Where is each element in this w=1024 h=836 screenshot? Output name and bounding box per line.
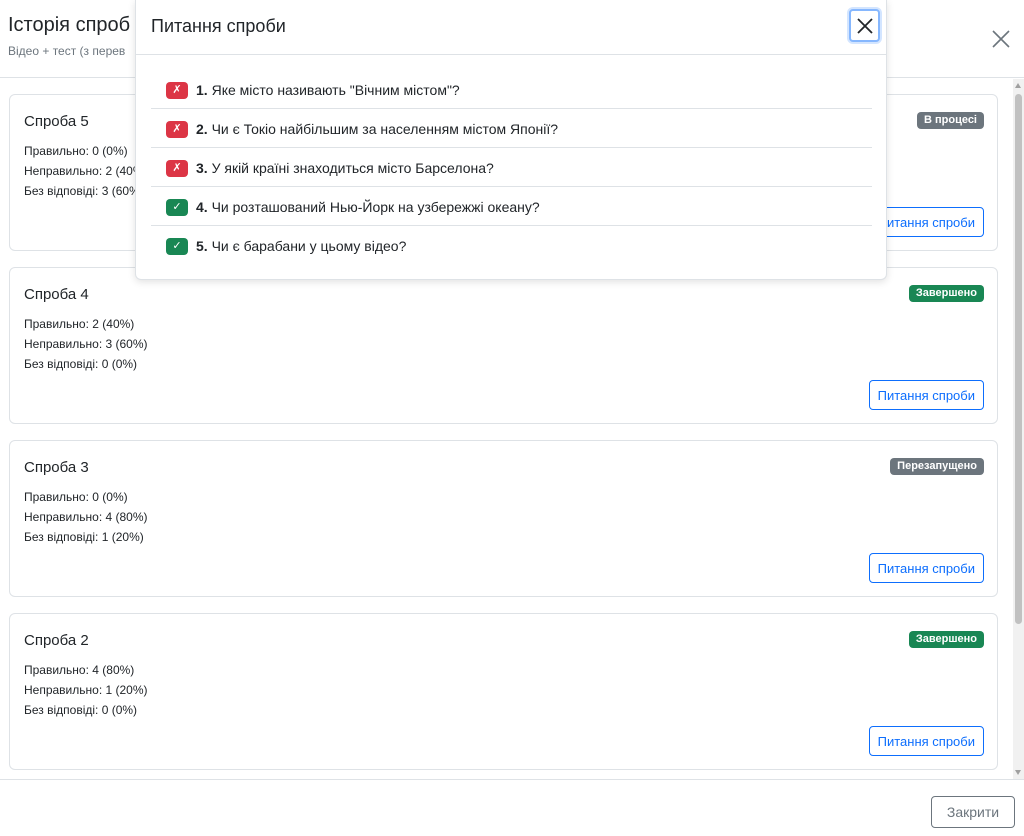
question-number: 5. [196,238,208,254]
attempt-card: Спроба 3 Правильно: 0 (0%) Неправильно: … [9,440,998,597]
question-item: ✗ 2. Чи є Токіо найбільшим за населенням… [151,109,872,148]
status-badge: В процесі [917,112,984,129]
x-mark-icon: ✗ [166,121,188,138]
history-modal-title: Історія спроб [8,14,131,36]
questions-modal-header: Питання спроби [136,0,886,55]
attempt-unanswered: Без відповіді: 0 (0%) [24,357,138,371]
x-mark-icon: ✗ [166,82,188,99]
attempt-title: Спроба 4 [24,286,89,303]
attempt-questions-button[interactable]: Питання спроби [868,726,984,756]
questions-close-button[interactable] [849,9,880,42]
footer-close-button[interactable]: Закрити [931,796,1015,828]
history-modal-footer: Закрити [0,779,1024,836]
attempt-incorrect: Неправильно: 1 (20%) [24,683,148,697]
attempt-unanswered: Без відповіді: 3 (60%) [24,184,144,198]
question-number: 2. [196,121,208,137]
question-text: 2. Чи є Токіо найбільшим за населенням м… [196,121,558,137]
question-text: 4. Чи розташований Нью-Йорк на узбережжі… [196,199,540,215]
close-icon [992,30,1010,48]
question-item: ✓ 4. Чи розташований Нью-Йорк на узбереж… [151,187,872,226]
check-mark-icon: ✓ [166,238,188,255]
attempt-incorrect: Неправильно: 4 (80%) [24,510,148,524]
question-number: 4. [196,199,208,215]
attempt-unanswered: Без відповіді: 1 (20%) [24,530,144,544]
status-badge: Завершено [908,631,984,648]
question-label: Чи є Токіо найбільшим за населенням міст… [211,121,559,137]
attempt-unanswered: Без відповіді: 0 (0%) [24,703,138,717]
question-item: ✗ 1. Яке місто називають "Вічним містом"… [151,70,872,109]
attempt-incorrect: Неправильно: 2 (40%) [24,164,148,178]
check-mark-icon: ✓ [166,199,188,216]
question-text: 5. Чи є барабани у цьому відео? [196,238,406,254]
status-badge: Перезапущено [890,458,984,475]
attempt-correct: Правильно: 0 (0%) [24,490,128,504]
attempt-card: Спроба 4 Правильно: 2 (40%) Неправильно:… [9,267,998,424]
question-item: ✓ 5. Чи є барабани у цьому відео? [151,226,872,265]
attempt-card: Спроба 2 Правильно: 4 (80%) Неправильно:… [9,613,998,770]
scroll-down-arrow-icon[interactable] [1015,770,1021,775]
attempt-title: Спроба 3 [24,459,89,476]
close-icon [856,17,873,34]
question-number: 3. [196,160,208,176]
question-label: Чи є барабани у цьому відео? [211,238,407,254]
question-label: Чи розташований Нью-Йорк на узбережжі ок… [211,199,540,215]
attempt-questions-button[interactable]: Питання спроби [868,380,984,410]
questions-modal-title: Питання спроби [151,16,286,36]
question-label: У якій країні знаходиться місто Барселон… [211,160,494,176]
question-item: ✗ 3. У якій країні знаходиться місто Бар… [151,148,872,187]
question-text: 3. У якій країні знаходиться місто Барсе… [196,160,494,176]
attempt-correct: Правильно: 4 (80%) [24,663,135,677]
question-text: 1. Яке місто називають "Вічним містом"? [196,82,460,98]
attempt-title: Спроба 2 [24,632,89,649]
history-modal-subtitle: Відео + тест (з перев [8,44,126,58]
attempt-questions-modal: Питання спроби ✗ 1. Яке місто називають … [135,0,887,280]
attempt-correct: Правильно: 2 (40%) [24,317,135,331]
status-badge: Завершено [908,285,984,302]
scrollbar[interactable] [1013,79,1024,779]
question-number: 1. [196,82,208,98]
attempt-title: Спроба 5 [24,113,89,130]
question-label: Яке місто називають "Вічним містом"? [211,82,460,98]
history-close-button[interactable] [990,26,1020,52]
scrollbar-thumb[interactable] [1015,94,1022,624]
x-mark-icon: ✗ [166,160,188,177]
attempt-questions-button[interactable]: Питання спроби [868,553,984,583]
scroll-up-arrow-icon[interactable] [1015,83,1021,88]
attempt-correct: Правильно: 0 (0%) [24,144,128,158]
attempt-incorrect: Неправильно: 3 (60%) [24,337,148,351]
